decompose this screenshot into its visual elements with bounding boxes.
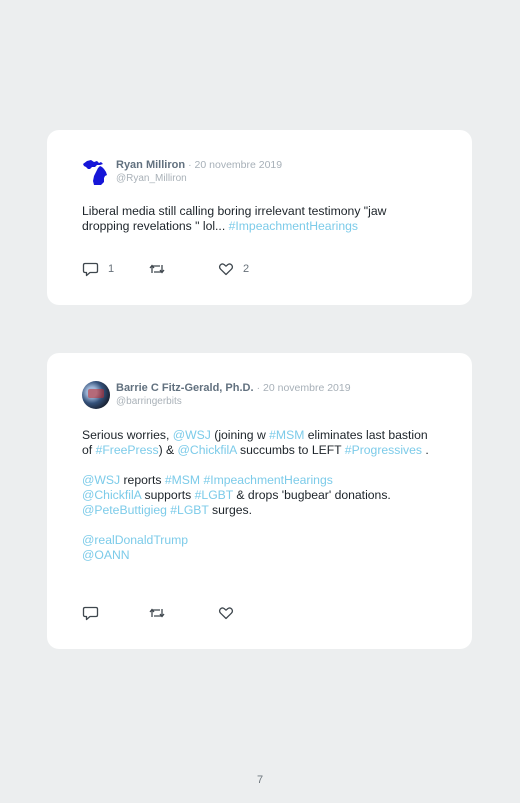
author-name[interactable]: Barrie C Fitz-Gerald, Ph.D. [116,382,254,394]
reply-icon [82,262,99,277]
tweet-paragraph: Liberal media still calling boring irrel… [82,204,432,234]
like-button[interactable]: 2 [218,261,249,277]
hashtag-link[interactable]: #ImpeachmentHearings [203,473,332,487]
tweet-text-segment: succumbs to LEFT [236,443,345,457]
heart-icon [218,607,234,620]
like-count: 2 [243,263,250,275]
retweet-button[interactable] [148,261,166,277]
hashtag-link[interactable]: #LGBT [195,488,233,502]
author-name[interactable]: Ryan Milliron [116,159,185,171]
page-number: 7 [256,774,264,786]
author-handle[interactable]: @barringerbits [116,396,182,407]
heart-icon [218,263,234,276]
retweet-icon [149,608,165,618]
tweet-text-segment: Serious worries, [82,428,173,442]
mention-link[interactable]: @OANN [82,548,130,562]
hashtag-link[interactable]: #LGBT [170,503,208,517]
hashtag-link[interactable]: #MSM [165,473,200,487]
author-handle[interactable]: @Ryan_Milliron [116,173,187,184]
tweet-card: Ryan Milliron · 20 novembre 2019 @Ryan_M… [47,130,472,305]
tweet-paragraph: @WSJ reports #MSM #ImpeachmentHearings @C… [82,473,432,518]
tweet-text-segment: surges. [208,503,253,517]
tweet-text: Serious worries, @WSJ (joining w #MSM el… [82,428,432,563]
reply-button[interactable]: 1 [82,261,114,277]
tweet-text-segment: . [422,443,429,457]
tweet-paragraph: @realDonaldTrump @OANN [82,533,432,563]
reply-icon [82,606,99,621]
tweet-text-segment: (joining w [210,428,270,442]
mention-link[interactable]: @ChickfilA [82,488,141,502]
hashtag-link[interactable]: #FreePress [96,443,159,457]
tweet-text: Liberal media still calling boring irrel… [82,204,432,234]
hashtag-link[interactable]: #Progressives [345,443,422,457]
retweet-icon [149,264,165,274]
tweet-text-segment: reports [120,473,165,487]
tweet-paragraph: Serious worries, @WSJ (joining w #MSM el… [82,428,432,458]
hashtag-link[interactable]: #ImpeachmentHearings [229,219,358,233]
hashtag-link[interactable]: #MSM [269,428,304,442]
tweet-text-segment: supports [141,488,195,502]
mention-link[interactable]: @WSJ [173,428,211,442]
tweet-text-segment: ) & [158,443,178,457]
mention-link[interactable]: @WSJ [82,473,120,487]
tweet-text-segment: & drops 'bugbear' donations. [233,488,391,502]
mention-link[interactable]: @ChickfilA [178,443,237,457]
michigan-map-icon[interactable] [82,158,110,186]
retweet-button[interactable] [148,605,166,621]
avatar[interactable] [82,381,110,409]
tweet-card: Barrie C Fitz-Gerald, Ph.D. · 20 novembr… [47,353,472,649]
tweet-date[interactable]: · 20 novembre 2019 [188,159,282,171]
mention-link[interactable]: @PeteButtigieg [82,503,167,517]
like-button[interactable] [218,605,243,621]
reply-button[interactable] [82,605,108,621]
tweet-date[interactable]: · 20 novembre 2019 [257,382,351,394]
mention-link[interactable]: @realDonaldTrump [82,533,188,547]
reply-count: 1 [108,263,115,275]
